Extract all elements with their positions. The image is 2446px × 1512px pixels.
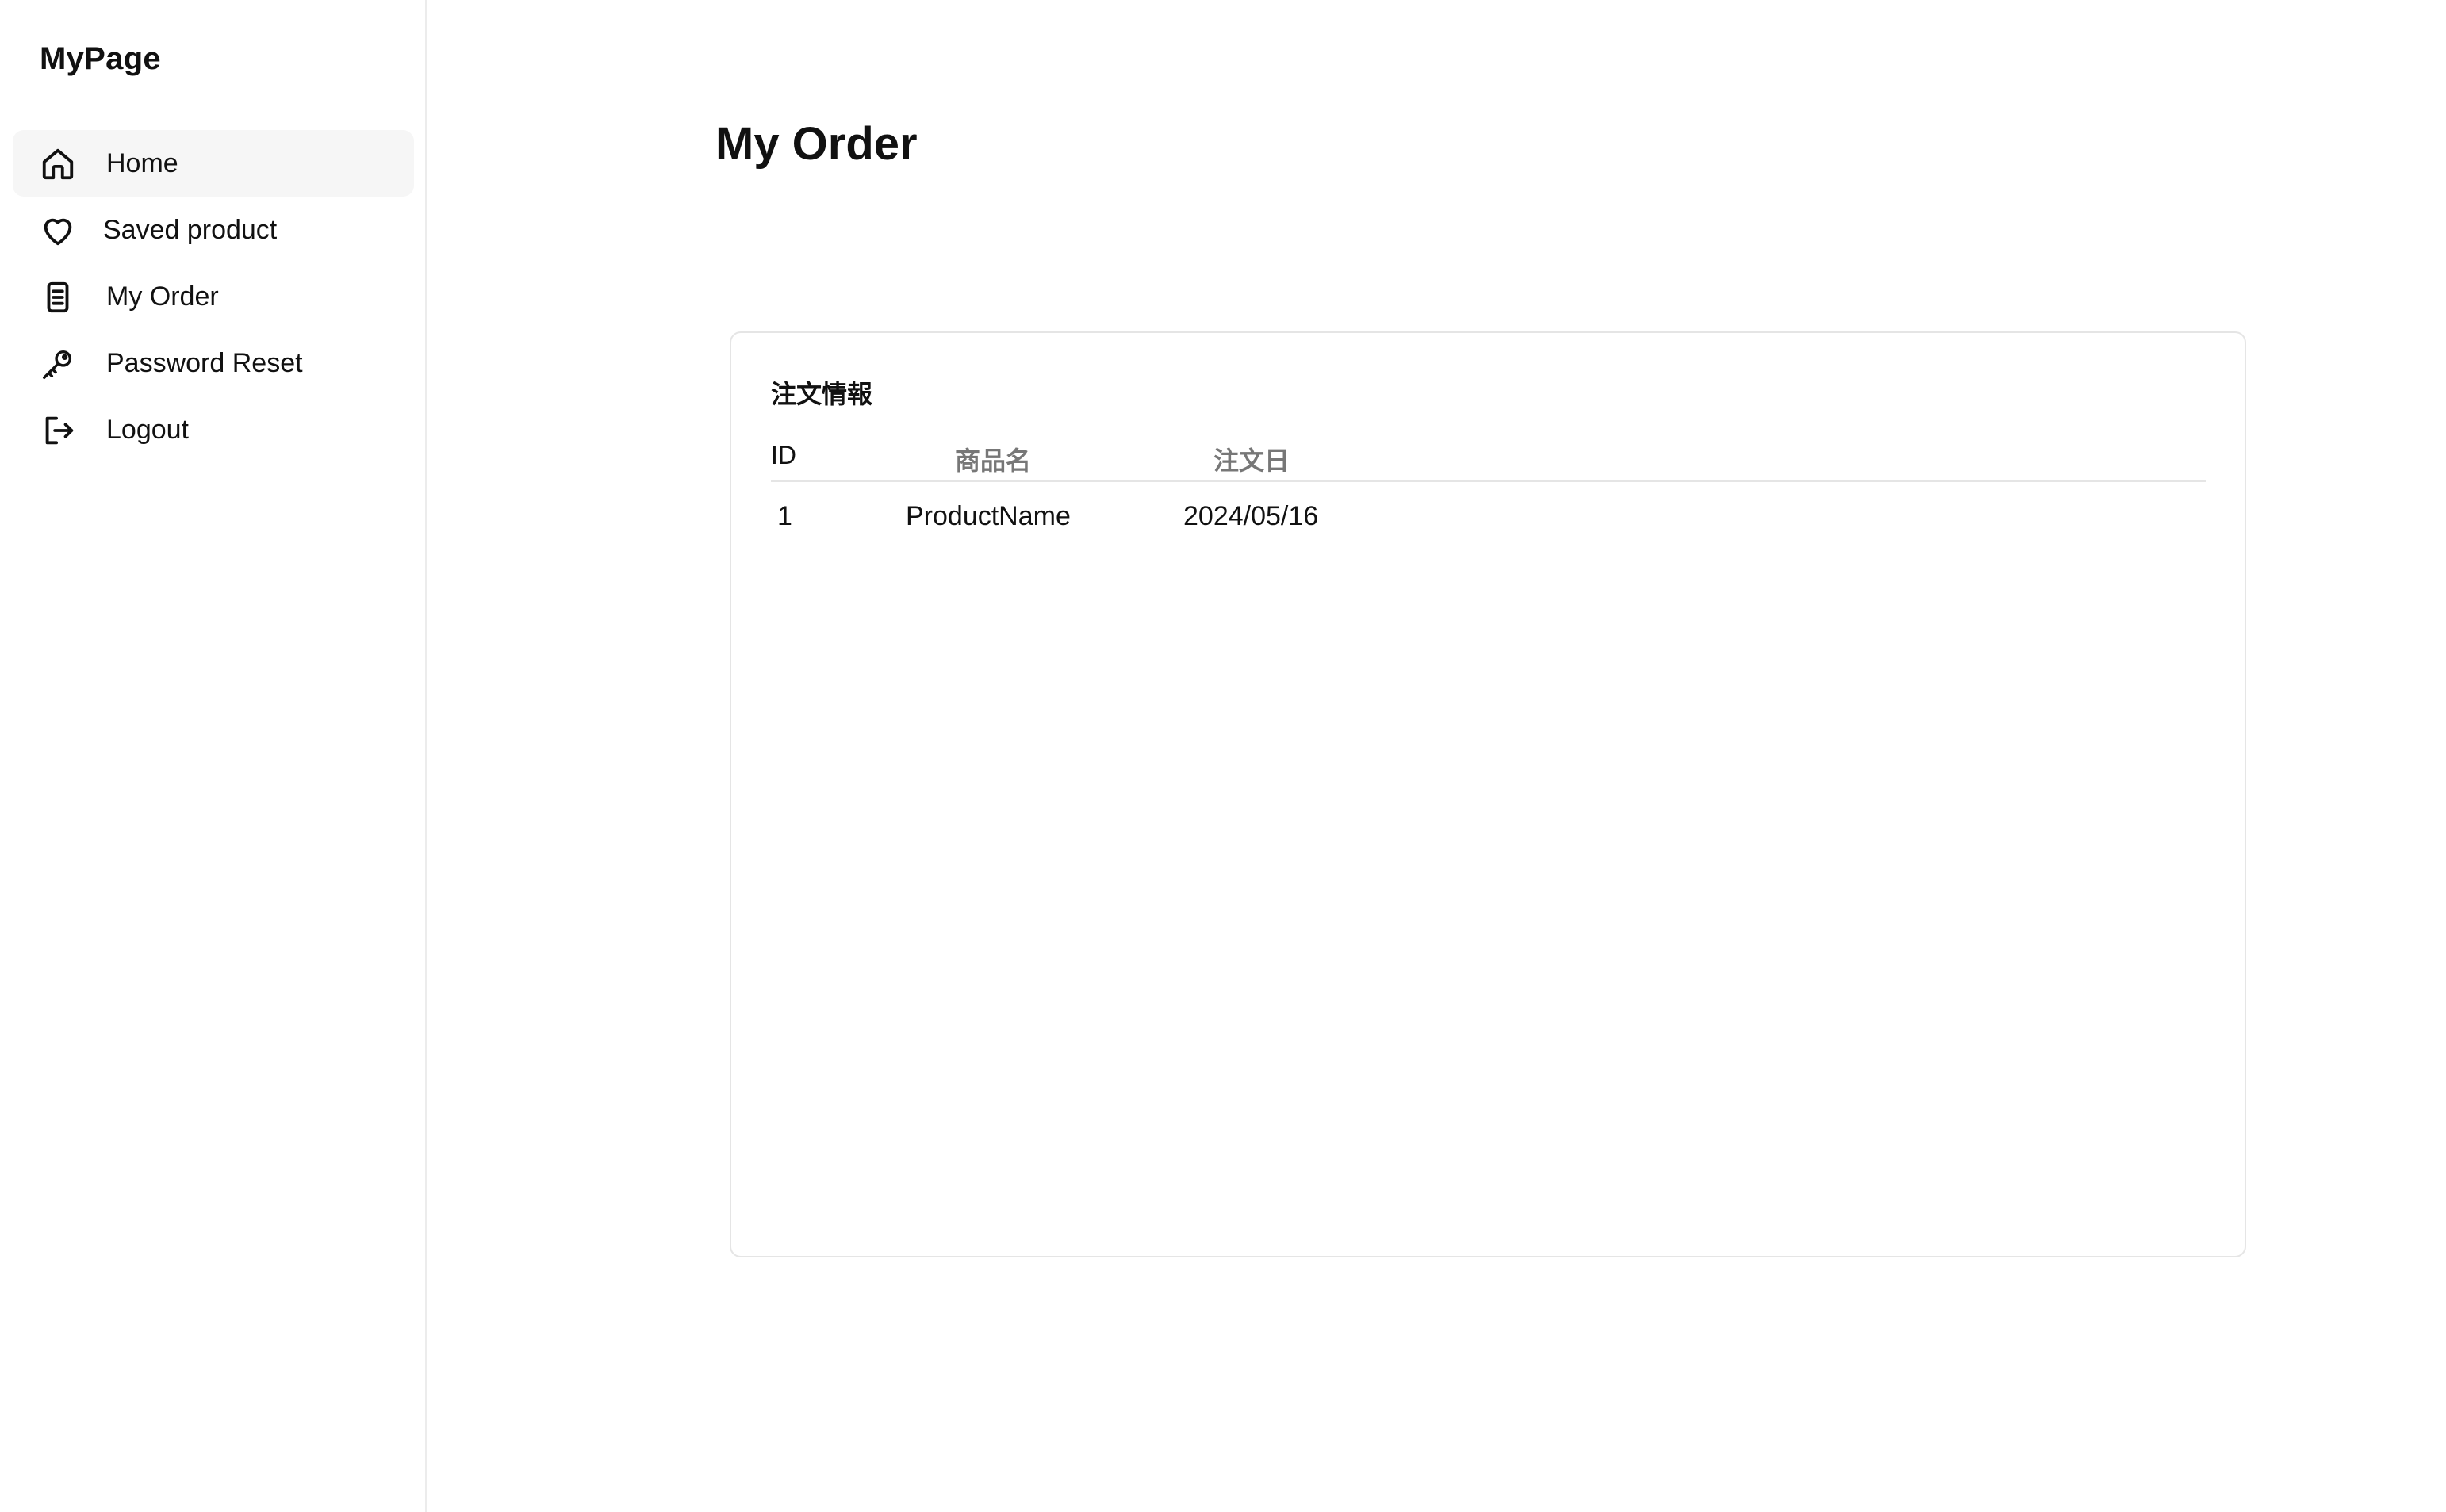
app-root: MyPage Home Saved product My Order Passw… bbox=[0, 0, 2446, 1512]
sidebar-item-label: Password Reset bbox=[106, 348, 303, 378]
sidebar-item-home[interactable]: Home bbox=[13, 130, 414, 197]
card-title: 注文情報 bbox=[771, 380, 873, 408]
cell-id: 1 bbox=[777, 501, 792, 531]
home-icon bbox=[40, 146, 76, 182]
page-title: My Order bbox=[715, 118, 918, 170]
column-header-id: ID bbox=[771, 441, 796, 469]
table-row: 1 ProductName 2024/05/16 bbox=[771, 482, 2206, 538]
sidebar-item-label: Home bbox=[106, 148, 178, 178]
brand-title: MyPage bbox=[40, 41, 161, 76]
cell-product-name: ProductName bbox=[906, 501, 1071, 531]
sidebar-item-label: My Order bbox=[106, 281, 219, 312]
sidebar-nav: Home Saved product My Order Password Res… bbox=[13, 130, 414, 463]
heart-icon bbox=[40, 212, 76, 249]
column-header-order-date: 注文日 bbox=[1213, 446, 1290, 475]
sidebar-item-password-reset[interactable]: Password Reset bbox=[13, 330, 414, 396]
sidebar: MyPage Home Saved product My Order Passw… bbox=[0, 0, 427, 1512]
sidebar-item-logout[interactable]: Logout bbox=[13, 396, 414, 463]
column-header-product-name: 商品名 bbox=[955, 446, 1032, 475]
order-table: ID 商品名 注文日 1 ProductName 2024/05/16 bbox=[771, 436, 2206, 538]
sidebar-item-saved-product[interactable]: Saved product bbox=[13, 197, 414, 263]
sidebar-item-my-order[interactable]: My Order bbox=[13, 263, 414, 330]
cell-order-date: 2024/05/16 bbox=[1183, 501, 1319, 531]
order-info-card: 注文情報 ID 商品名 注文日 1 ProductName 2024/05/16 bbox=[730, 331, 2246, 1257]
sidebar-item-label: Logout bbox=[106, 415, 189, 445]
key-icon bbox=[40, 346, 76, 382]
logout-icon bbox=[40, 412, 76, 449]
document-icon bbox=[40, 279, 76, 316]
sidebar-item-label: Saved product bbox=[103, 215, 278, 245]
table-header: ID 商品名 注文日 bbox=[771, 436, 2206, 482]
